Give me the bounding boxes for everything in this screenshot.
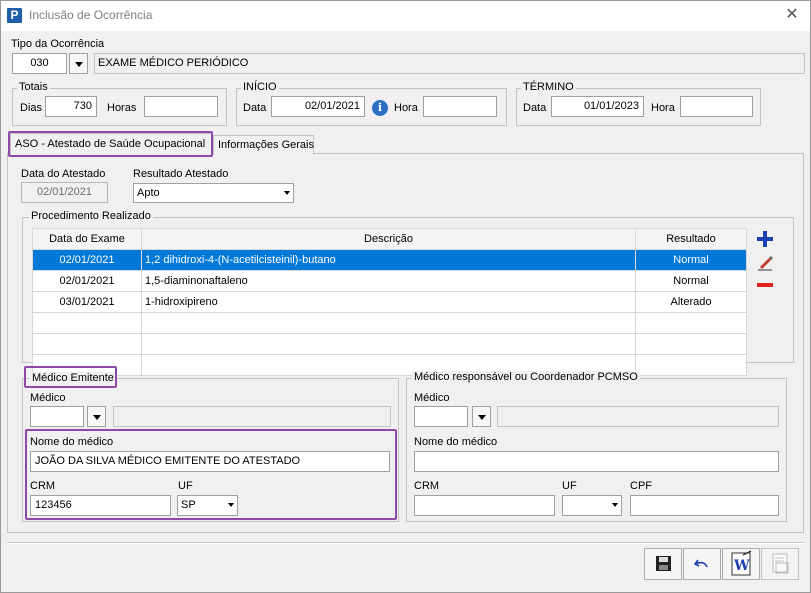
mr-nome-label: Nome do médico [414,436,498,448]
mr-medico-label: Médico [414,392,450,404]
cell-descricao: 1,5-diaminonaftaleno [141,270,636,292]
me-nome-label: Nome do médico [30,436,114,448]
cell-data: 02/01/2021 [32,249,142,271]
save-icon [656,556,671,571]
mr-uf-select[interactable] [562,495,622,516]
tipo-ocorrencia-label: Tipo da Ocorrência [11,38,105,50]
cell-data: 02/01/2021 [32,270,142,292]
termino-group-title: TÉRMINO [521,81,576,93]
svg-text:W: W [733,558,750,574]
resultado-atestado-select[interactable]: Apto [133,183,294,203]
word-document-icon: W [731,550,752,576]
me-crm-label: CRM [30,480,56,492]
mr-nome-field[interactable] [414,451,779,472]
medico-responsavel-title: Médico responsável ou Coordenador PCMSO [412,371,640,383]
edit-pencil-icon[interactable] [757,254,774,271]
chevron-down-icon [612,503,618,507]
me-medico-code-field[interactable] [30,406,84,427]
cell-resultado: Normal [635,249,747,271]
me-uf-label: UF [178,480,193,492]
dias-label: Dias [20,102,43,114]
table-row[interactable]: 02/01/2021 1,2 dihidroxi-4-(N-acetilcist… [32,249,747,271]
me-medico-dropdown-button[interactable] [87,406,106,427]
title-bar: P Inclusão de Ocorrência ✕ [1,1,810,31]
mr-crm-label: CRM [414,480,440,492]
column-header-data[interactable]: Data do Exame [32,228,142,250]
cell-descricao: 1-hidroxipireno [141,291,636,313]
column-header-descricao[interactable]: Descrição [141,228,636,250]
print-report-icon [772,553,789,574]
procedimento-table: Data do Exame Descrição Resultado 02/01/… [32,228,747,376]
word-export-button[interactable]: W [722,548,760,580]
chevron-down-icon [284,191,290,195]
me-nome-field[interactable]: JOÃO DA SILVA MÉDICO EMITENTE DO ATESTAD… [30,451,390,472]
print-report-button[interactable] [761,548,799,580]
resultado-atestado-label: Resultado Atestado [133,168,229,180]
undo-button[interactable] [683,548,721,580]
close-icon[interactable]: ✕ [782,5,802,25]
termino-data-field[interactable]: 01/01/2023 [551,96,644,117]
mr-crm-field[interactable] [414,495,555,516]
tab-informacoes-gerais[interactable]: Informações Gerais [213,135,314,155]
info-icon[interactable]: i [372,100,388,116]
me-medico-description [113,406,391,427]
data-atestado-field: 02/01/2021 [21,182,108,203]
table-row[interactable]: 03/01/2021 1-hidroxipireno Alterado [32,291,747,313]
totais-group-title: Totais [17,81,50,93]
remove-icon[interactable] [757,281,773,289]
inicio-hora-label: Hora [394,102,418,114]
me-crm-field[interactable]: 123456 [30,495,171,516]
termino-data-label: Data [523,102,547,114]
inicio-data-field[interactable]: 02/01/2021 [271,96,365,117]
table-row-empty[interactable] [32,333,747,355]
mr-cpf-label: CPF [630,480,652,492]
save-button[interactable] [644,548,682,580]
horas-field[interactable] [144,96,218,117]
add-icon[interactable] [757,231,773,247]
window-title: Inclusão de Ocorrência [29,8,153,22]
tipo-code-field[interactable]: 030 [12,53,67,74]
inicio-data-label: Data [243,102,267,114]
termino-hora-field[interactable] [680,96,753,117]
horas-label: Horas [107,102,137,114]
cell-resultado: Alterado [635,291,747,313]
aso-tab-highlight [8,131,213,157]
medico-emitente-title-highlight [24,366,117,388]
data-atestado-label: Data do Atestado [21,168,106,180]
table-row[interactable]: 02/01/2021 1,5-diaminonaftaleno Normal [32,270,747,292]
column-header-resultado[interactable]: Resultado [635,228,747,250]
mr-cpf-field[interactable] [630,495,779,516]
tipo-description: EXAME MÉDICO PERIÓDICO [94,53,805,74]
app-icon: P [7,8,22,23]
table-row-empty[interactable] [32,312,747,334]
resultado-atestado-value: Apto [137,187,160,199]
mr-medico-code-field[interactable] [414,406,468,427]
procedimento-group-title: Procedimento Realizado [29,210,153,222]
inicio-group-title: INÍCIO [241,81,279,93]
cell-data: 03/01/2021 [32,291,142,313]
dialog-window: P Inclusão de Ocorrência ✕ Tipo da Ocorr… [0,0,811,593]
me-uf-select[interactable]: SP [177,495,238,516]
dias-field[interactable]: 730 [45,96,97,117]
cell-descricao: 1,2 dihidroxi-4-(N-acetilcisteinil)-buta… [141,249,636,271]
cell-resultado: Normal [635,270,747,292]
footer-divider [7,542,804,544]
me-uf-value: SP [181,499,196,511]
me-medico-label: Médico [30,392,66,404]
table-header-row: Data do Exame Descrição Resultado [32,228,747,250]
mr-medico-description [497,406,779,427]
mr-uf-label: UF [562,480,577,492]
termino-hora-label: Hora [651,102,675,114]
chevron-down-icon [228,503,234,507]
tipo-dropdown-button[interactable] [69,53,88,74]
undo-icon [693,559,708,568]
inicio-hora-field[interactable] [423,96,497,117]
mr-medico-dropdown-button[interactable] [472,406,491,427]
